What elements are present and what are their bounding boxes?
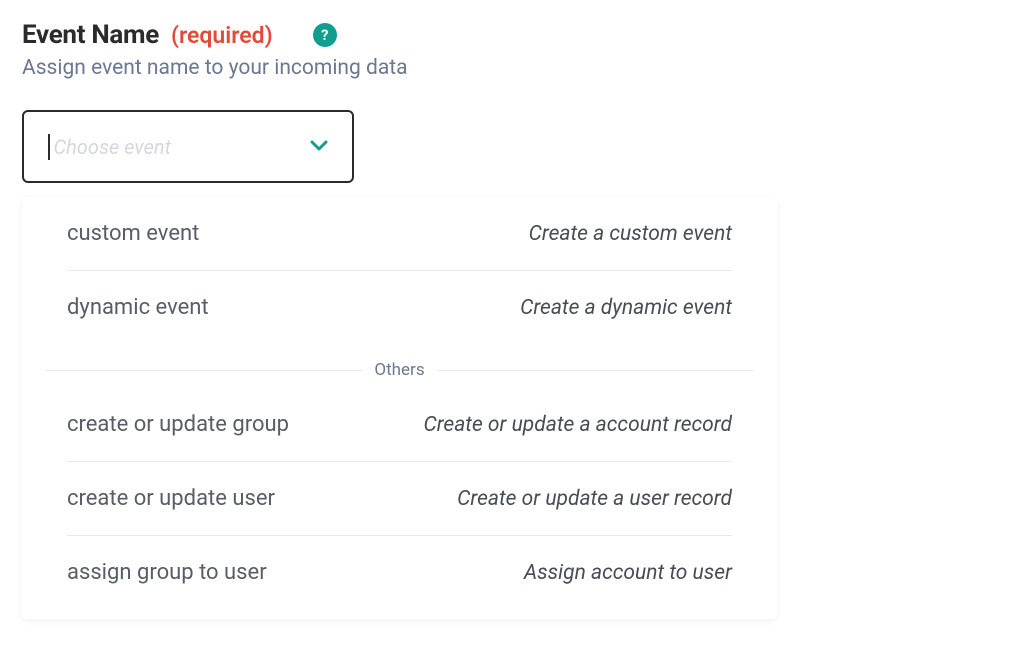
option-desc: Create or update a account record [423,413,732,437]
divider-line [46,370,362,371]
option-assign-group-to-user[interactable]: assign group to user Assign account to u… [22,536,777,609]
option-label: dynamic event [67,295,209,320]
option-dynamic-event[interactable]: dynamic event Create a dynamic event [22,271,777,344]
option-desc: Create a dynamic event [520,296,732,320]
text-cursor [48,134,50,160]
divider-line [437,370,753,371]
event-select[interactable]: Choose event [22,110,354,183]
group-divider: Others [22,344,777,388]
option-create-update-user[interactable]: create or update user Create or update a… [22,462,777,535]
field-header: Event Name (required) ? [22,20,1002,50]
chevron-down-icon [310,137,328,156]
option-label: custom event [67,221,199,246]
event-dropdown: custom event Create a custom event dynam… [22,197,777,619]
option-label: create or update group [67,412,289,437]
option-label: assign group to user [67,560,267,585]
select-placeholder: Choose event [54,135,171,159]
option-create-update-group[interactable]: create or update group Create or update … [22,388,777,461]
option-desc: Create or update a user record [457,487,732,511]
field-subtitle: Assign event name to your incoming data [22,56,1002,80]
option-custom-event[interactable]: custom event Create a custom event [22,197,777,270]
option-desc: Create a custom event [529,222,732,246]
option-label: create or update user [67,486,275,511]
option-desc: Assign account to user [524,561,732,585]
divider-label: Others [374,360,424,380]
field-title: Event Name [22,20,159,50]
required-label: (required) [171,22,273,49]
select-content: Choose event [48,134,171,160]
help-icon[interactable]: ? [313,23,337,47]
